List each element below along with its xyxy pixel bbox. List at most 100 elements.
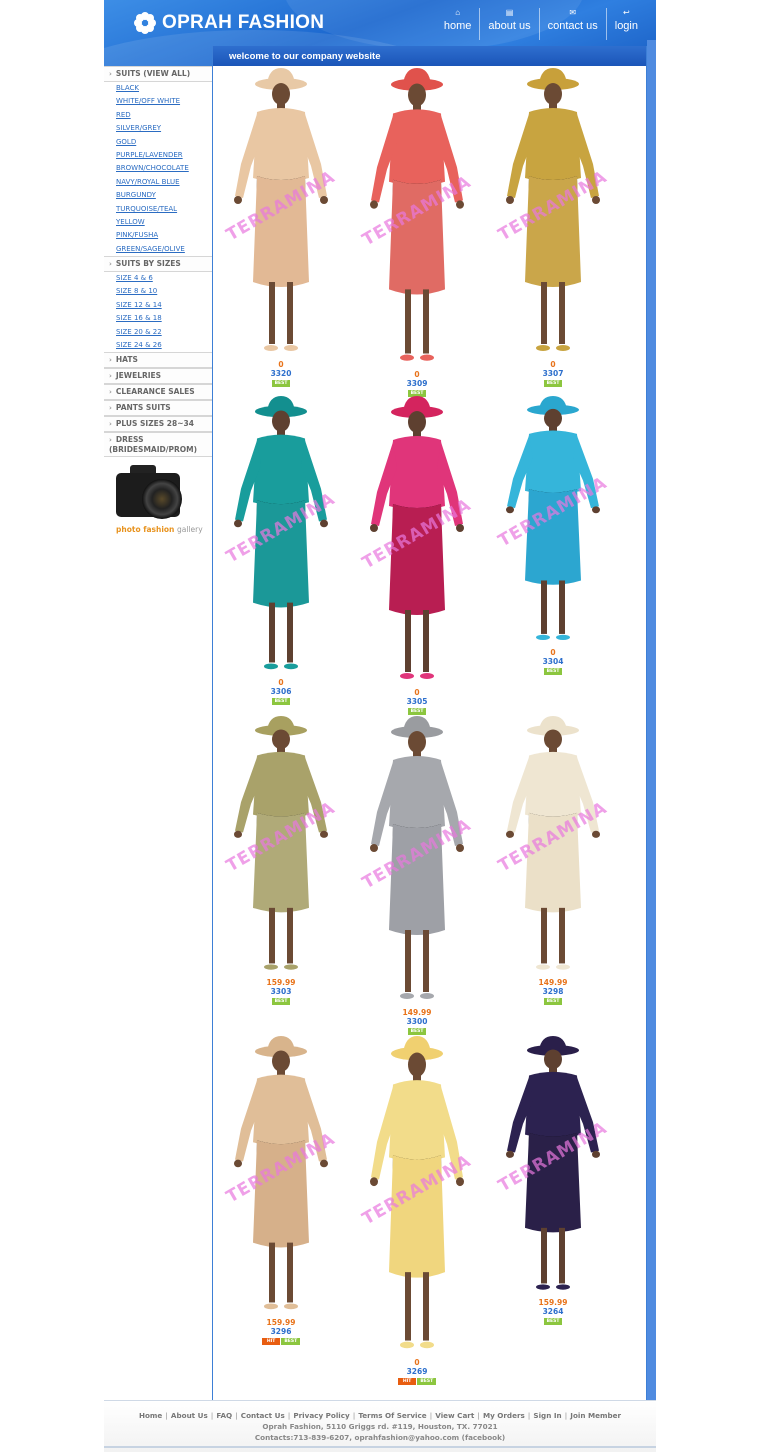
footer-link[interactable]: View Cart <box>435 1411 474 1420</box>
sidebar-category[interactable]: › HATS <box>104 352 212 369</box>
sidebar-link[interactable]: GOLD <box>104 136 212 149</box>
nav-contact-us[interactable]: ✉ contact us <box>538 8 606 40</box>
info-icon: ▤ <box>505 8 514 17</box>
sidebar-link[interactable]: SIZE 24 & 26 <box>104 339 212 352</box>
sidebar-link[interactable]: GREEN/SAGE/OLIVE <box>104 243 212 256</box>
best-badge: BEST <box>281 1338 301 1345</box>
footer-link[interactable]: FAQ <box>216 1411 232 1420</box>
sidebar-category[interactable]: › DRESS (BRIDESMAID/PROM) <box>104 432 212 458</box>
product-card[interactable]: TERRAMINA 149.99 3298 BEST <box>489 716 617 1005</box>
hit-badge: HIT <box>397 1378 417 1385</box>
product-code[interactable]: 3307 <box>489 369 617 379</box>
sidebar-link[interactable]: SIZE 16 & 18 <box>104 312 212 325</box>
sidebar-category-label: DRESS (BRIDESMAID/PROM) <box>109 435 198 455</box>
sidebar-link[interactable]: BLACK <box>104 82 212 95</box>
sidebar-link[interactable]: TURQUOISE/TEAL <box>104 203 212 216</box>
product-code[interactable]: 3303 <box>217 987 345 997</box>
sidebar-link[interactable]: NAVY/ROYAL BLUE <box>104 176 212 189</box>
sidebar-link[interactable]: SIZE 20 & 22 <box>104 326 212 339</box>
product-price: 0 <box>550 648 556 657</box>
product-card[interactable]: TERRAMINA 149.99 3300 BEST <box>353 716 481 1035</box>
product-photo[interactable]: TERRAMINA <box>217 716 345 976</box>
product-card[interactable]: TERRAMINA 159.99 3303 BEST <box>217 716 345 1005</box>
product-photo[interactable]: TERRAMINA <box>489 716 617 976</box>
product-code[interactable]: 3296 <box>217 1327 345 1337</box>
sidebar-link[interactable]: RED <box>104 109 212 122</box>
product-card[interactable]: TERRAMINA 159.99 3296 HIT BEST <box>217 1036 345 1345</box>
sidebar-category[interactable]: › SUITS BY SIZES <box>104 256 212 273</box>
product-photo[interactable]: TERRAMINA <box>489 1036 617 1296</box>
product-card[interactable]: TERRAMINA 0 3320 BEST <box>217 68 345 387</box>
sidebar-category[interactable]: › PLUS SIZES 28~34 <box>104 416 212 433</box>
product-card[interactable]: TERRAMINA 0 3307 BEST <box>489 68 617 387</box>
product-code[interactable]: 3269 <box>353 1367 481 1377</box>
footer-link[interactable]: About Us <box>171 1411 208 1420</box>
sidebar-link[interactable]: BURGUNDY <box>104 189 212 202</box>
sidebar-link[interactable]: YELLOW <box>104 216 212 229</box>
nav-label: home <box>443 20 472 32</box>
product-card[interactable]: TERRAMINA 0 3306 BEST <box>217 396 345 705</box>
product-photo[interactable]: TERRAMINA <box>489 396 617 646</box>
product-code[interactable]: 3300 <box>353 1017 481 1027</box>
footer-link[interactable]: Home <box>139 1411 162 1420</box>
nav-about-us[interactable]: ▤ about us <box>479 8 538 40</box>
product-card[interactable]: TERRAMINA 159.99 3264 BEST <box>489 1036 617 1325</box>
sidebar-category[interactable]: › SUITS (VIEW ALL) <box>104 66 212 82</box>
product-photo[interactable]: TERRAMINA <box>217 1036 345 1316</box>
sidebar-link[interactable]: SILVER/GREY <box>104 122 212 135</box>
product-code[interactable]: 3304 <box>489 657 617 667</box>
chevron-right-icon: › <box>109 420 112 429</box>
product-photo[interactable]: TERRAMINA <box>353 1036 481 1356</box>
sidebar-link[interactable]: SIZE 8 & 10 <box>104 285 212 298</box>
sidebar-link[interactable]: PINK/FUSHA <box>104 229 212 242</box>
product-badges: BEST <box>217 998 345 1005</box>
nav-login[interactable]: ↩ login <box>605 8 646 40</box>
site-logo[interactable]: OPRAH FASHION <box>134 12 324 34</box>
product-badges: BEST <box>489 380 617 387</box>
product-price: 0 <box>414 1358 420 1367</box>
photo-gallery-link[interactable]: photo fashion gallery <box>116 525 212 534</box>
sidebar-category-label: SUITS BY SIZES <box>115 259 181 269</box>
product-code[interactable]: 3320 <box>217 369 345 379</box>
product-photo[interactable]: TERRAMINA <box>217 68 345 358</box>
product-code[interactable]: 3306 <box>217 687 345 697</box>
product-code[interactable]: 3309 <box>353 379 481 389</box>
footer-link[interactable]: My Orders <box>483 1411 525 1420</box>
footer-link[interactable]: Terms Of Service <box>358 1411 426 1420</box>
sidebar-category[interactable]: › CLEARANCE SALES <box>104 384 212 401</box>
footer-link[interactable]: Sign In <box>533 1411 561 1420</box>
nav-label: about us <box>488 20 531 32</box>
product-card[interactable]: TERRAMINA 0 3304 BEST <box>489 396 617 675</box>
product-card[interactable]: TERRAMINA 0 3269 HIT BEST <box>353 1036 481 1385</box>
product-photo[interactable]: TERRAMINA <box>353 68 481 368</box>
welcome-banner: welcome to our company website <box>213 46 646 66</box>
footer-link[interactable]: Contact Us <box>241 1411 285 1420</box>
product-photo[interactable]: TERRAMINA <box>353 396 481 686</box>
product-photo[interactable]: TERRAMINA <box>353 716 481 1006</box>
sidebar-link[interactable]: WHITE/OFF WHITE <box>104 95 212 108</box>
footer-link[interactable]: Join Member <box>570 1411 621 1420</box>
sidebar-link[interactable]: SIZE 4 & 6 <box>104 272 212 285</box>
footer-link[interactable]: Privacy Policy <box>293 1411 349 1420</box>
nav-home[interactable]: ⌂ home <box>436 8 480 40</box>
page-wrapper: OPRAH FASHION ⌂ home ▤ about us ✉ contact us ↩… <box>104 0 656 1452</box>
flower-logo-icon <box>134 12 156 34</box>
chevron-right-icon: › <box>109 70 112 78</box>
product-code[interactable]: 3305 <box>353 697 481 707</box>
product-code[interactable]: 3264 <box>489 1307 617 1317</box>
product-photo[interactable]: TERRAMINA <box>217 396 345 676</box>
chevron-right-icon: › <box>109 404 112 413</box>
product-card[interactable]: TERRAMINA 0 3309 BEST <box>353 68 481 397</box>
chevron-right-icon: › <box>109 260 112 269</box>
best-badge: BEST <box>271 998 291 1005</box>
product-code[interactable]: 3298 <box>489 987 617 997</box>
product-photo[interactable]: TERRAMINA <box>489 68 617 358</box>
product-card[interactable]: TERRAMINA 0 3305 BEST <box>353 396 481 715</box>
sidebar-category[interactable]: › PANTS SUITS <box>104 400 212 417</box>
sidebar-link[interactable]: BROWN/CHOCOLATE <box>104 162 212 175</box>
sidebar-category[interactable]: › JEWELRIES <box>104 368 212 385</box>
sidebar-link[interactable]: PURPLE/LAVENDER <box>104 149 212 162</box>
camera-icon[interactable] <box>116 463 186 523</box>
sidebar-link[interactable]: SIZE 12 & 14 <box>104 299 212 312</box>
best-badge: BEST <box>543 998 563 1005</box>
